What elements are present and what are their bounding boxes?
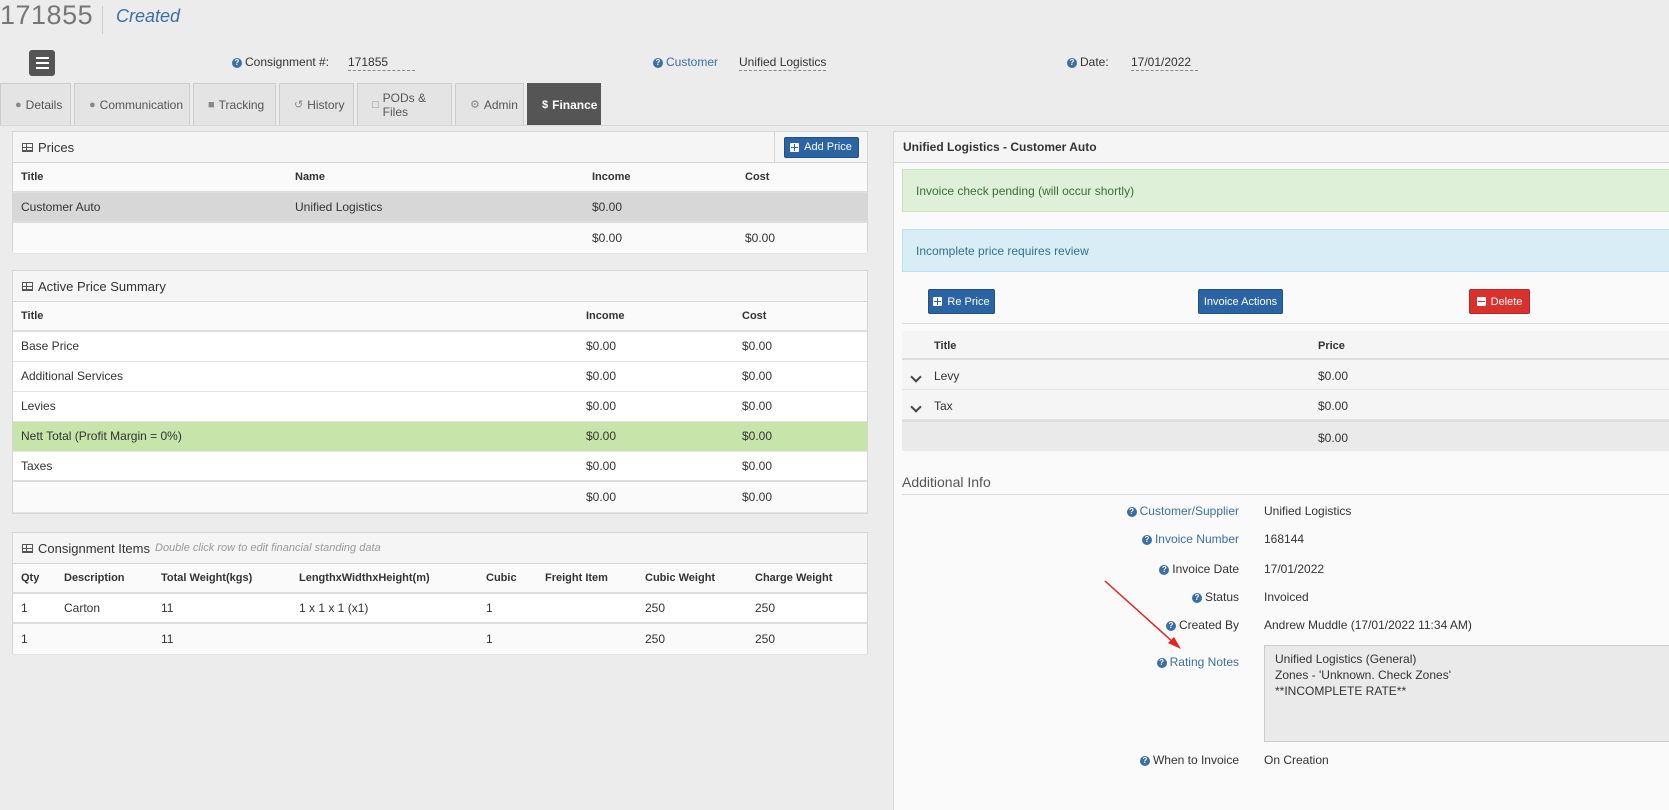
annotation-arrow-icon	[1104, 580, 1181, 649]
